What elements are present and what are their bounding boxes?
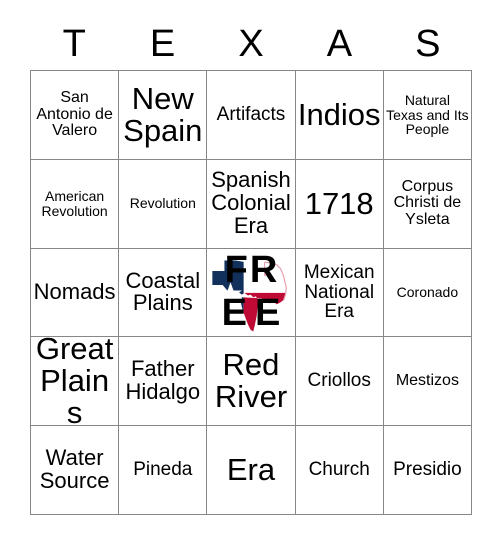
bingo-cell-label: Presidio: [393, 459, 462, 481]
bingo-cell-free-space[interactable]: F R E E: [207, 248, 296, 338]
bingo-cell-label: Corpus Christi de Ysleta: [393, 177, 462, 228]
bingo-cell-label: Mestizos: [395, 371, 459, 389]
bingo-cell-label: New Spain: [123, 80, 203, 148]
bingo-cell-r2c1[interactable]: American Revolution: [31, 159, 120, 249]
bingo-cell-r4c2[interactable]: Father Hidalgo: [119, 337, 208, 427]
bingo-cell-r3c4[interactable]: Mexican National Era: [295, 248, 384, 338]
bingo-cell-r4c4[interactable]: Criollos: [295, 337, 384, 427]
bingo-cell-r5c4[interactable]: Church: [295, 426, 384, 515]
bingo-cell-label: Spanish Colonial Era: [211, 167, 291, 239]
bingo-cell-label: Coastal Plains: [125, 267, 201, 316]
bingo-cell-label: Church: [308, 459, 370, 481]
header-letter-1: T: [62, 23, 86, 65]
bingo-cell-r1c3[interactable]: Artifacts: [207, 71, 296, 160]
bingo-cell-label: Water Source: [39, 445, 110, 494]
bingo-cell-label: Criollos: [307, 370, 371, 392]
bingo-cell-label: Era: [226, 451, 276, 487]
bingo-cell-r1c4[interactable]: Indios: [295, 71, 384, 160]
texas-flag-map-icon: F R E E: [207, 249, 294, 337]
header-letter-4: A: [326, 23, 353, 65]
bingo-cell-label: Great Plains: [35, 337, 114, 427]
bingo-cell-label: Red River: [214, 347, 288, 415]
bingo-grid: San Antonio de Valero New Spain Artifact…: [30, 70, 472, 515]
bingo-cell-r1c5[interactable]: Natural Texas and Its People: [383, 71, 472, 160]
bingo-cell-r5c3[interactable]: Era: [207, 426, 296, 515]
bingo-cell-label: Father Hidalgo: [125, 356, 201, 405]
bingo-cell-r3c5[interactable]: Coronado: [383, 248, 472, 338]
bingo-cell-r5c1[interactable]: Water Source: [31, 426, 120, 515]
bingo-cell-label: Artifacts: [216, 104, 286, 126]
header-letter-3: X: [238, 23, 264, 65]
header-letter-2: E: [149, 23, 176, 65]
bingo-card: T E X A S San Antonio de Valero New Spai…: [0, 0, 500, 544]
bingo-cell-r4c5[interactable]: Mestizos: [383, 337, 472, 427]
bingo-cell-r5c2[interactable]: Pineda: [119, 426, 208, 515]
bingo-cell-r4c1[interactable]: Great Plains: [31, 337, 120, 427]
bingo-cell-label: San Antonio de Valero: [36, 88, 113, 140]
bingo-cell-label: Mexican National Era: [303, 261, 375, 323]
header-letter-5: S: [415, 23, 441, 65]
bingo-cell-label: 1718: [304, 185, 374, 221]
bingo-cell-r3c1[interactable]: Nomads: [31, 248, 120, 338]
bingo-cell-r5c5[interactable]: Presidio: [383, 426, 472, 515]
bingo-cell-r2c4[interactable]: 1718: [295, 159, 384, 249]
texas-shape-fill: [212, 260, 287, 332]
bingo-cell-r2c2[interactable]: Revolution: [119, 159, 208, 249]
bingo-cell-label: American Revolution: [41, 188, 108, 219]
bingo-header: T E X A S: [30, 18, 472, 70]
bingo-cell-label: Revolution: [129, 195, 196, 212]
bingo-cell-label: Indios: [297, 96, 381, 132]
bingo-cell-label: Coronado: [396, 284, 459, 301]
bingo-cell-r1c2[interactable]: New Spain: [119, 71, 208, 160]
bingo-cell-label: Natural Texas and Its People: [386, 92, 469, 138]
bingo-cell-label: Pineda: [133, 459, 193, 481]
bingo-cell-r2c5[interactable]: Corpus Christi de Ysleta: [383, 159, 472, 249]
bingo-cell-r4c3[interactable]: Red River: [207, 337, 296, 427]
bingo-cell-r2c3[interactable]: Spanish Colonial Era: [207, 159, 296, 249]
bingo-cell-r1c1[interactable]: San Antonio de Valero: [31, 71, 120, 160]
bingo-cell-label: Nomads: [33, 279, 116, 305]
bingo-cell-r3c2[interactable]: Coastal Plains: [119, 248, 208, 338]
